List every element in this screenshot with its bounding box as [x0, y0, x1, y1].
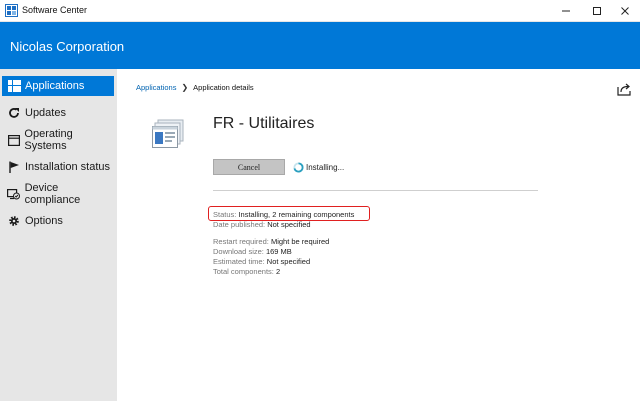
detail-key: Date published: — [213, 220, 266, 229]
minimize-button[interactable] — [551, 0, 581, 22]
detail-key: Download size: — [213, 247, 264, 256]
sidebar-item-options[interactable]: Options — [2, 211, 114, 231]
title-bar: Software Center — [0, 0, 640, 22]
detail-value: Not specified — [266, 257, 311, 266]
maximize-icon — [593, 7, 601, 15]
software-center-icon — [5, 4, 18, 17]
install-state-text: Installing... — [306, 163, 345, 172]
breadcrumb-current: Application details — [193, 83, 254, 92]
maximize-button[interactable] — [582, 0, 612, 22]
organization-name: Nicolas Corporation — [10, 39, 125, 54]
applications-icon — [7, 79, 21, 93]
application-icon — [152, 119, 184, 148]
sidebar-item-label: Installation status — [25, 161, 110, 173]
compliance-icon — [7, 187, 21, 201]
sidebar: Applications Updates Operating Systems I… — [0, 69, 117, 401]
detail-value: 2 — [275, 267, 281, 276]
divider — [213, 190, 538, 191]
minimize-icon — [562, 10, 570, 12]
sidebar-item-label: Applications — [25, 80, 85, 92]
progress-spinner-icon — [293, 162, 304, 173]
application-title: FR - Utilitaires — [213, 115, 315, 132]
close-icon — [621, 7, 629, 15]
chevron-right-icon: ❯ — [181, 83, 189, 92]
detail-value: Not specified — [267, 220, 311, 229]
refresh-icon — [7, 106, 21, 120]
detail-download-size: Download size: 169 MB — [213, 247, 292, 256]
breadcrumb-applications-link[interactable]: Applications — [136, 83, 176, 92]
breadcrumb: Applications ❯ Application details — [136, 83, 254, 92]
sidebar-item-updates[interactable]: Updates — [2, 103, 114, 123]
window-title: Software Center — [22, 5, 88, 15]
gear-icon — [7, 214, 21, 228]
sidebar-item-applications[interactable]: Applications — [2, 76, 114, 96]
window-icon — [7, 133, 20, 147]
sidebar-item-label: Options — [25, 215, 63, 227]
cancel-button[interactable]: Cancel — [213, 159, 285, 175]
detail-date-published: Date published: Not specified — [213, 220, 311, 229]
header-banner: Nicolas Corporation — [0, 22, 640, 69]
detail-value: 169 MB — [265, 247, 292, 256]
detail-key: Estimated time: — [213, 257, 265, 266]
detail-restart-required: Restart required: Might be required — [213, 237, 329, 246]
sidebar-item-installation-status[interactable]: Installation status — [2, 157, 114, 177]
detail-key: Total components: — [213, 267, 274, 276]
close-button[interactable] — [610, 0, 640, 22]
detail-total-components: Total components: 2 — [213, 267, 280, 276]
sidebar-item-operating-systems[interactable]: Operating Systems — [2, 128, 114, 152]
detail-key: Restart required: — [213, 237, 269, 246]
flag-icon — [7, 160, 21, 174]
detail-value: Might be required — [270, 237, 330, 246]
sidebar-item-label: Updates — [25, 107, 66, 119]
detail-estimated-time: Estimated time: Not specified — [213, 257, 310, 266]
share-icon[interactable] — [617, 82, 633, 96]
sidebar-item-label: Operating Systems — [24, 128, 73, 152]
status-highlight — [208, 206, 370, 221]
sidebar-item-label: Device compliance — [24, 182, 81, 206]
sidebar-item-device-compliance[interactable]: Device compliance — [2, 182, 114, 206]
